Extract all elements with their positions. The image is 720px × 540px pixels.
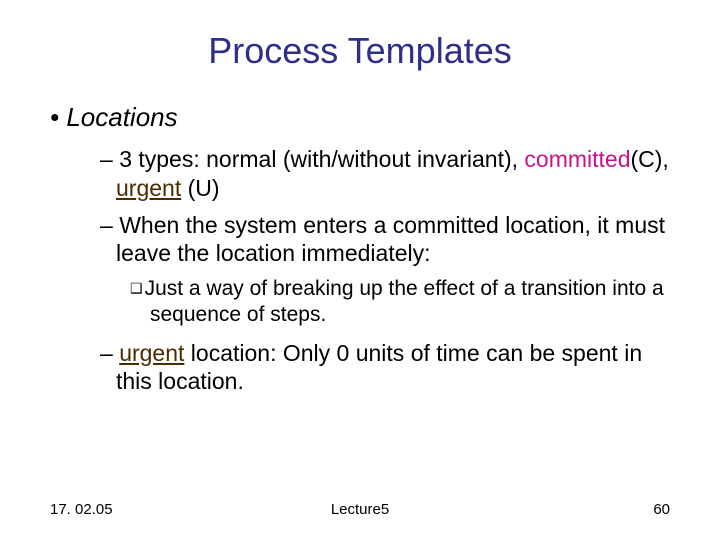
urgent-word-1: urgent — [116, 175, 181, 201]
committed-word: committed — [524, 146, 630, 172]
sub-sub-breaking: Just a way of breaking up the effect of … — [130, 276, 680, 329]
slide-title: Process Templates — [40, 30, 680, 72]
footer: 17. 02.05 Lecture5 60 — [0, 501, 720, 518]
sub-item-committed: When the system enters a committed locat… — [100, 211, 680, 269]
committed-suffix: (C), — [631, 146, 669, 172]
urgent-location-text: location: Only 0 units of time can be sp… — [116, 340, 642, 395]
footer-page: 60 — [653, 501, 670, 518]
sub-item-urgent: urgent location: Only 0 units of time ca… — [100, 339, 680, 397]
footer-center: Lecture5 — [50, 501, 670, 518]
bullet-locations: Locations — [50, 102, 680, 133]
urgent-suffix: (U) — [181, 175, 219, 201]
slide: Process Templates Locations 3 types: nor… — [0, 0, 720, 540]
sub-list: 3 types: normal (with/without invariant)… — [100, 145, 680, 396]
urgent-word-2: urgent — [119, 340, 184, 366]
types-text: 3 types: normal (with/without invariant)… — [119, 146, 524, 172]
sub-item-types: 3 types: normal (with/without invariant)… — [100, 145, 680, 203]
footer-date: 17. 02.05 — [50, 501, 113, 518]
